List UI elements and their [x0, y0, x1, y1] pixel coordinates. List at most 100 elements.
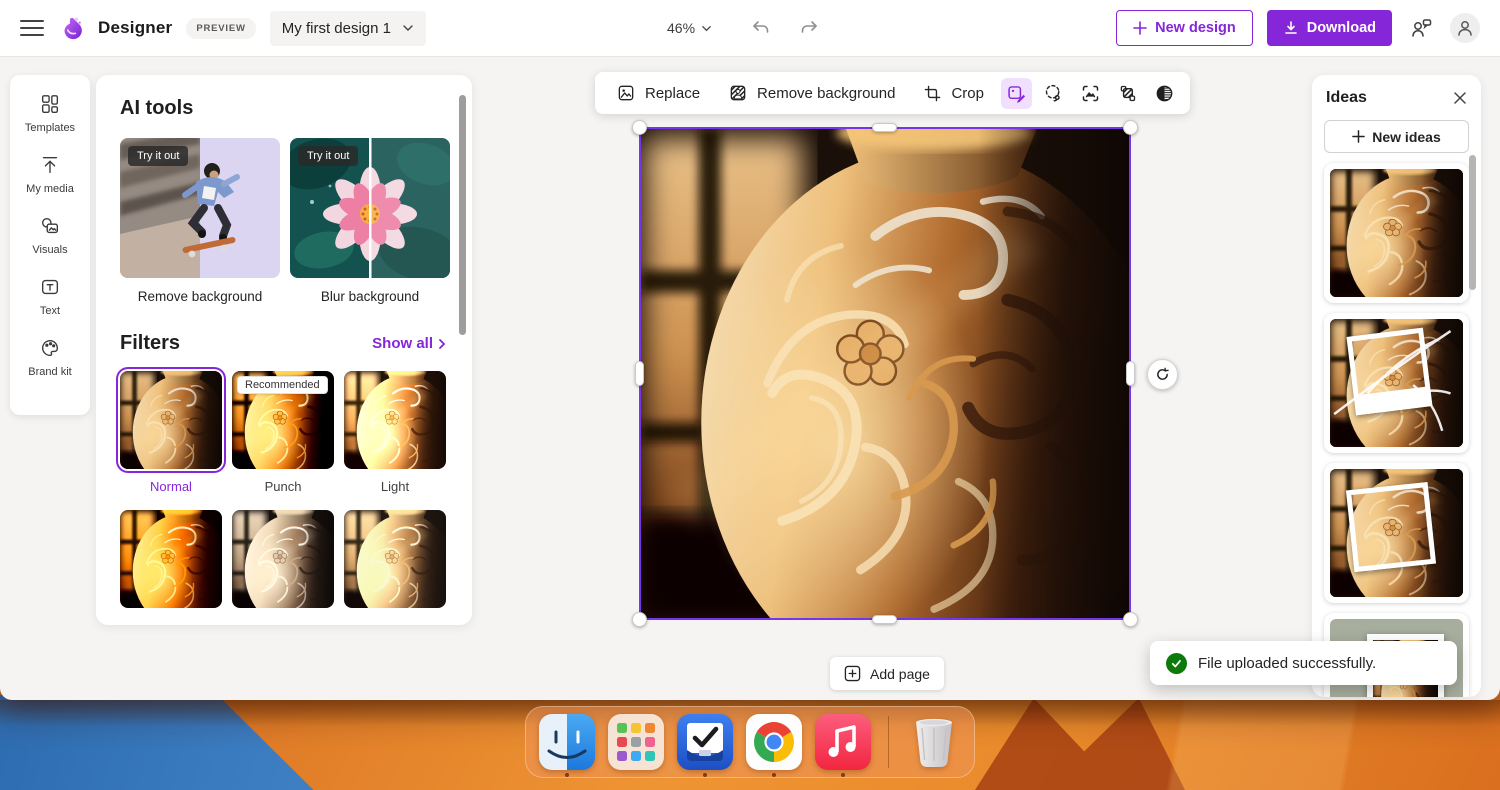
- palette-icon: [39, 337, 61, 359]
- remove-background-icon: [728, 83, 748, 103]
- text-box-icon: [39, 276, 61, 298]
- dock-trash-icon[interactable]: [906, 714, 962, 770]
- texture-copy-button[interactable]: [1112, 78, 1143, 109]
- chevron-down-icon: [701, 23, 712, 34]
- undo-button[interactable]: [746, 13, 776, 43]
- filter-thumb-punch[interactable]: Recommended Punch: [232, 371, 334, 494]
- filter-label: Light: [344, 479, 446, 494]
- texture-copy-icon: [1117, 83, 1138, 104]
- account-icon: [1455, 18, 1475, 38]
- upload-arrow-icon: [39, 154, 61, 176]
- close-icon: [1453, 91, 1467, 105]
- show-all-link[interactable]: Show all: [372, 335, 448, 352]
- idea-thumbnail-1[interactable]: [1324, 163, 1469, 303]
- tools-panel-scrollbar[interactable]: [459, 95, 466, 335]
- account-button[interactable]: [1450, 13, 1480, 43]
- close-ideas-button[interactable]: [1453, 91, 1467, 105]
- macos-dock: [525, 706, 975, 778]
- app-title: Designer: [98, 18, 172, 38]
- resize-handle-left[interactable]: [635, 361, 644, 386]
- dock-chrome-icon[interactable]: [746, 714, 802, 770]
- sidebar-item-text[interactable]: Text: [10, 266, 90, 327]
- ai-filters-button[interactable]: [1001, 78, 1032, 109]
- feedback-button[interactable]: [1406, 13, 1436, 43]
- crop-icon: [923, 84, 942, 103]
- chevron-right-icon: [436, 338, 448, 350]
- ai-tool-card-remove-background[interactable]: Try it out Remove background: [120, 138, 280, 304]
- dock-launchpad-icon[interactable]: [608, 714, 664, 770]
- add-page-button[interactable]: Add page: [830, 657, 944, 690]
- resize-handle-bottom[interactable]: [872, 615, 897, 624]
- ai-tool-card-blur-background[interactable]: Try it out Blur background: [290, 138, 450, 304]
- try-it-out-badge: Try it out: [298, 146, 358, 166]
- sidebar-item-templates[interactable]: Templates: [10, 83, 90, 144]
- canvas-selection: [640, 128, 1130, 619]
- visuals-image-icon: [39, 215, 61, 237]
- filter-label: Normal: [120, 479, 222, 494]
- hamburger-menu-icon[interactable]: [20, 19, 44, 37]
- try-it-out-badge: Try it out: [128, 146, 188, 166]
- filter-thumb[interactable]: [120, 510, 222, 608]
- replace-button[interactable]: Replace: [605, 76, 711, 110]
- frame-image-icon: [1080, 83, 1101, 104]
- ai-filters-icon: [1006, 83, 1027, 104]
- idea-thumbnail-2[interactable]: [1324, 313, 1469, 453]
- dock-things-icon[interactable]: [677, 714, 733, 770]
- selected-image-vase[interactable]: [640, 128, 1130, 619]
- resize-handle-top-right[interactable]: [1123, 120, 1138, 135]
- new-ideas-button[interactable]: New ideas: [1324, 120, 1469, 153]
- success-check-icon: [1166, 653, 1187, 674]
- rotate-handle[interactable]: [1147, 359, 1178, 390]
- branch-decoration: [1330, 319, 1463, 447]
- chevron-down-icon: [402, 22, 414, 34]
- ideas-panel-scrollbar[interactable]: [1469, 155, 1476, 290]
- zoom-control[interactable]: 46%: [663, 14, 716, 42]
- frame-image-button[interactable]: [1075, 78, 1106, 109]
- ai-tools-title: AI tools: [120, 97, 448, 120]
- ai-tool-label: Blur background: [290, 289, 450, 304]
- plus-square-icon: [844, 665, 861, 682]
- remove-background-button[interactable]: Remove background: [717, 76, 906, 110]
- contrast-button[interactable]: [1149, 78, 1180, 109]
- resize-handle-top-left[interactable]: [632, 120, 647, 135]
- resize-handle-bottom-left[interactable]: [632, 612, 647, 627]
- image-toolbar: Replace Remove background Crop: [595, 72, 1190, 114]
- contrast-icon: [1154, 83, 1175, 104]
- ideas-panel: Ideas New ideas: [1312, 75, 1481, 697]
- crop-button[interactable]: Crop: [912, 77, 995, 110]
- resize-handle-right[interactable]: [1126, 361, 1135, 386]
- dock-music-icon[interactable]: [815, 714, 871, 770]
- design-name-label: My first design 1: [282, 20, 391, 37]
- filter-thumb-normal[interactable]: Normal: [120, 371, 222, 494]
- resize-handle-top[interactable]: [872, 123, 897, 132]
- top-bar: Designer PREVIEW My first design 1 46% N…: [0, 0, 1500, 57]
- left-rail: Templates My media Visuals Text Brand ki…: [10, 75, 90, 415]
- download-button[interactable]: Download: [1267, 10, 1392, 46]
- idea-thumbnail-3[interactable]: [1324, 463, 1469, 603]
- resize-handle-bottom-right[interactable]: [1123, 612, 1138, 627]
- filter-thumb[interactable]: [344, 510, 446, 608]
- filter-label: Punch: [232, 479, 334, 494]
- design-name-dropdown[interactable]: My first design 1: [270, 11, 426, 46]
- filters-title: Filters: [120, 332, 180, 355]
- sidebar-item-brand-kit[interactable]: Brand kit: [10, 327, 90, 388]
- templates-grid-icon: [39, 93, 61, 115]
- rotate-icon: [1154, 366, 1171, 383]
- preview-badge: PREVIEW: [186, 18, 255, 39]
- sidebar-item-visuals[interactable]: Visuals: [10, 205, 90, 266]
- plus-icon: [1352, 130, 1365, 143]
- redo-icon: [799, 18, 819, 38]
- filter-thumb[interactable]: [232, 510, 334, 608]
- lasso-select-button[interactable]: [1038, 78, 1069, 109]
- tools-panel: AI tools Try it out Remove background Tr…: [96, 75, 472, 625]
- filter-thumb-light[interactable]: Light: [344, 371, 446, 494]
- redo-button[interactable]: [794, 13, 824, 43]
- sidebar-item-my-media[interactable]: My media: [10, 144, 90, 205]
- designer-logo: [58, 15, 84, 41]
- tilted-frame-overlay: [1346, 482, 1437, 572]
- plus-icon: [1133, 21, 1147, 35]
- dock-separator: [888, 716, 889, 768]
- new-design-button[interactable]: New design: [1116, 10, 1253, 46]
- lasso-select-icon: [1043, 83, 1064, 104]
- dock-finder-icon[interactable]: [539, 714, 595, 770]
